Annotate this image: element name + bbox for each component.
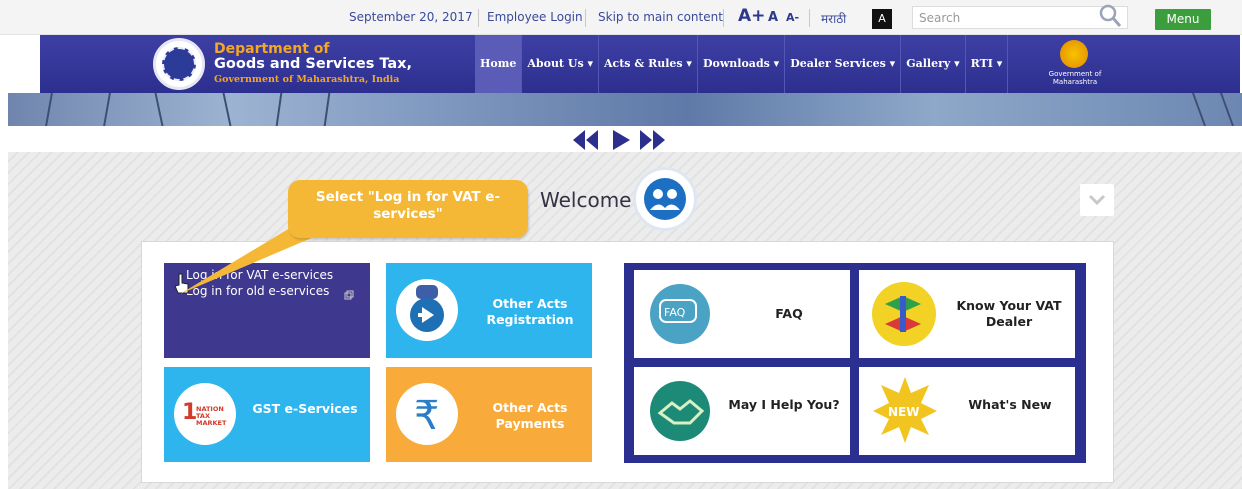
font-decrease-button[interactable]: A- [786, 11, 799, 24]
svg-text:FAQ: FAQ [664, 306, 686, 319]
font-increase-button[interactable]: A+ [738, 6, 765, 26]
slider-next-icon [640, 130, 665, 150]
high-contrast-button[interactable]: A [872, 9, 892, 29]
dealer-handshake-icon [872, 282, 936, 346]
faq-label: FAQ [775, 306, 803, 321]
dept-subtitle: Government of Maharashtra, India [214, 74, 400, 85]
may-i-help-you-tile[interactable]: May I Help You? [634, 367, 850, 455]
svg-text:MARKET: MARKET [196, 419, 227, 427]
divider [723, 9, 724, 27]
external-link-icon [344, 290, 354, 300]
nav-acts-rules[interactable]: Acts & Rules ▾ [599, 35, 698, 93]
banner-image [8, 93, 1242, 126]
svg-text:NEW: NEW [888, 405, 919, 419]
rupee-icon: ₹ [396, 383, 458, 445]
government-emblem-icon: Government of Maharashtra [1040, 40, 1106, 90]
chevron-down-icon [1088, 194, 1106, 206]
font-normal-button[interactable]: A [768, 10, 778, 25]
search-icon[interactable] [1098, 3, 1122, 29]
svg-text:₹: ₹ [414, 393, 439, 439]
help-handshake-icon [650, 381, 710, 441]
know-your-vat-dealer-tile[interactable]: Know Your VAT Dealer [859, 270, 1075, 358]
nav-gallery[interactable]: Gallery ▾ [901, 35, 966, 93]
other-acts-registration-label: Other Acts Registration [486, 296, 574, 327]
date-text: September 20, 2017 [349, 10, 473, 24]
slider-play-icon [613, 130, 630, 150]
other-acts-payments-tile[interactable]: ₹ Other Acts Payments [386, 367, 592, 462]
top-utility-bar: September 20, 2017 Employee Login Skip t… [0, 0, 1242, 35]
slider-prev-icon [573, 130, 598, 150]
welcome-heading: Welcome [540, 188, 632, 212]
whats-new-tile[interactable]: NEW What's New [859, 367, 1075, 455]
emblem-label: Government of Maharashtra [1048, 70, 1102, 86]
dept-title-line1: Department of [214, 41, 330, 57]
main-nav: Home About Us ▾ Acts & Rules ▾ Downloads… [475, 35, 1009, 93]
nav-dealer-services[interactable]: Dealer Services ▾ [785, 35, 902, 93]
other-acts-payments-label: Other Acts Payments [492, 400, 568, 431]
main-header: Department of Goods and Services Tax, Go… [40, 35, 1240, 93]
dept-title-line2: Goods and Services Tax, [214, 56, 413, 72]
gst-logo-icon: 1 NATION TAX MARKET [174, 383, 236, 445]
whats-new-label: What's New [968, 397, 1052, 412]
registration-icon [396, 279, 458, 341]
nav-rti[interactable]: RTI ▾ [966, 35, 1009, 93]
faq-icon: FAQ [650, 284, 710, 344]
callout-pointer [180, 228, 335, 294]
department-logo [153, 38, 205, 90]
know-your-vat-dealer-label: Know Your VAT Dealer [956, 298, 1062, 329]
nav-about-us[interactable]: About Us ▾ [522, 35, 599, 93]
gst-eservices-tile[interactable]: 1 NATION TAX MARKET GST e-Services [164, 367, 370, 462]
slider-controls [573, 130, 665, 150]
menu-button[interactable]: Menu [1155, 9, 1211, 30]
nav-downloads[interactable]: Downloads ▾ [698, 35, 786, 93]
search-input[interactable]: Search [912, 6, 1128, 29]
employee-login-link[interactable]: Employee Login [487, 10, 583, 24]
language-toggle-link[interactable]: मराठी [821, 10, 846, 27]
tutorial-callout: Select "Log in for VAT e-services" [288, 180, 528, 238]
divider [585, 9, 586, 27]
faq-tile[interactable]: FAQ FAQ [634, 270, 850, 358]
new-badge-icon: NEW [873, 377, 937, 443]
collapse-toggle-button[interactable] [1080, 184, 1114, 216]
skip-to-content-link[interactable]: Skip to main content [598, 10, 723, 24]
divider [809, 9, 810, 27]
other-acts-registration-tile[interactable]: Other Acts Registration [386, 263, 592, 358]
users-icon [633, 167, 697, 231]
nav-home[interactable]: Home [475, 35, 523, 93]
may-i-help-you-label: May I Help You? [728, 397, 840, 412]
gst-eservices-label: GST e-Services [252, 401, 358, 416]
divider [478, 9, 479, 27]
